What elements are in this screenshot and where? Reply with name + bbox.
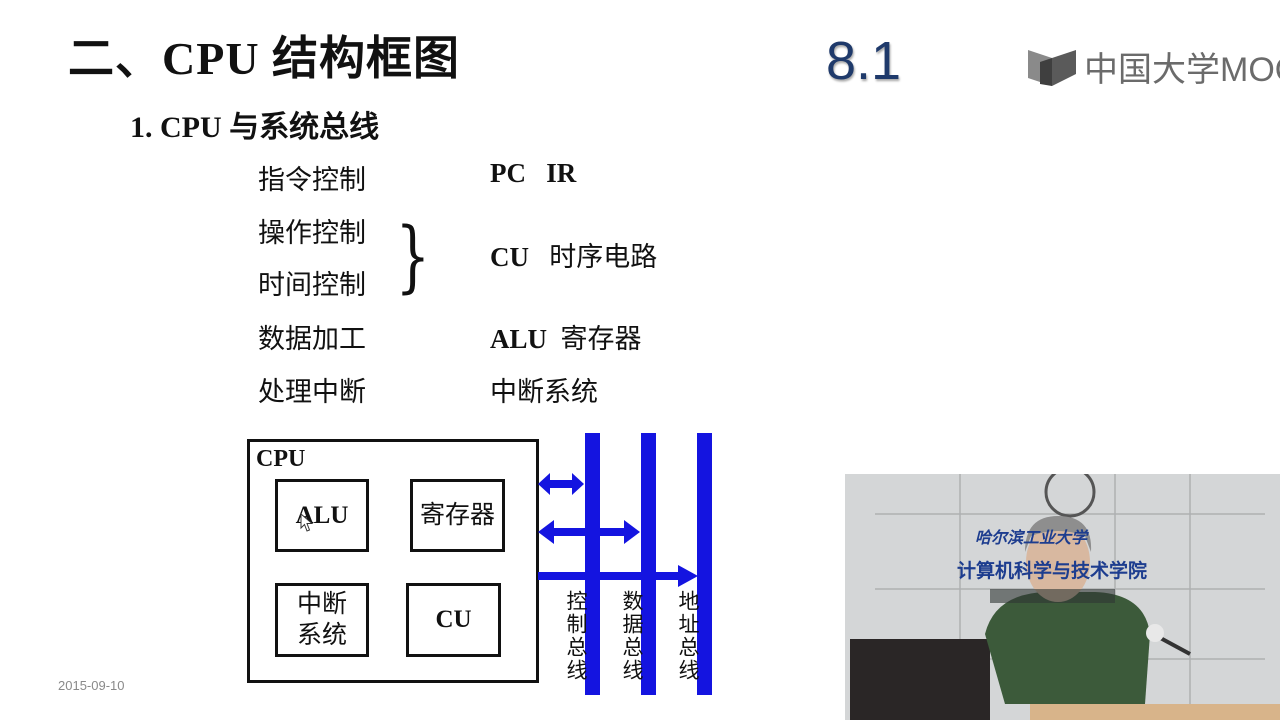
slide-date: 2015-09-10: [58, 678, 125, 693]
slide-title: 二、CPU 结构框图: [68, 33, 461, 84]
component-interrupt-system: 中断系统: [490, 377, 598, 407]
mouse-cursor-icon: [300, 513, 314, 532]
mooc-book-icon: [1028, 50, 1076, 86]
pc-ir-label: PC IR: [490, 158, 577, 188]
component-pc-ir: PC IR: [490, 158, 576, 189]
interrupt-unit-line-1: 中断: [296, 590, 347, 618]
component-cu-timing: CU 时序电路: [490, 235, 657, 274]
component-alu-registers: ALU 寄存器: [490, 317, 642, 356]
lecturer-video-frame: [845, 474, 1280, 720]
lecturer-shirt: [985, 592, 1150, 704]
register-unit: 寄存器: [410, 479, 505, 552]
wall-text-school: 计算机科学与技术学院: [957, 560, 1148, 582]
laptop: [850, 639, 990, 720]
microphone: [1146, 624, 1164, 642]
alu-label: ALU: [490, 324, 548, 354]
function-data-processing: 数据加工: [258, 324, 366, 354]
wall-text-university: 哈尔滨工业大学: [975, 528, 1088, 547]
interrupt-unit: 中断 系统: [275, 583, 369, 657]
address-bus-label: 地址总线: [676, 590, 700, 682]
function-time-control: 时间控制: [258, 270, 366, 300]
registers-label: 寄存器: [560, 324, 642, 354]
timing-circuit-label: 时序电路: [549, 242, 658, 272]
data-bus-label: 数据总线: [620, 590, 644, 682]
cu-unit: CU: [406, 583, 501, 657]
function-instruction-control: 指令控制: [258, 165, 366, 195]
lecturer-video[interactable]: 哈尔滨工业大学 计算机科学与技术学院: [845, 474, 1280, 720]
function-operation-control: 操作控制: [258, 218, 366, 248]
section-number: 8.1: [826, 31, 902, 91]
mooc-logo: 中国大学MOOC: [1026, 44, 1280, 89]
bus-arrows: [538, 473, 698, 587]
cu-unit-label: CU: [435, 606, 472, 634]
interrupt-unit-line-2: 系统: [296, 622, 347, 649]
alu-unit: ALU: [275, 479, 369, 552]
data-bus-arrow: [538, 520, 640, 544]
register-unit-label: 寄存器: [419, 501, 495, 529]
function-interrupt-handling: 处理中断: [258, 377, 366, 407]
cpu-block-label: CPU: [256, 446, 306, 472]
address-bus-arrow: [538, 565, 698, 587]
cu-label: CU: [490, 242, 529, 272]
logo-text: 中国大学MOOC: [1084, 50, 1280, 89]
control-bus-arrow: [538, 473, 584, 495]
slide-subtitle: 1. CPU 与系统总线: [130, 111, 380, 144]
control-bus-label: 控制总线: [564, 590, 588, 682]
grouping-brace: }: [395, 212, 431, 302]
